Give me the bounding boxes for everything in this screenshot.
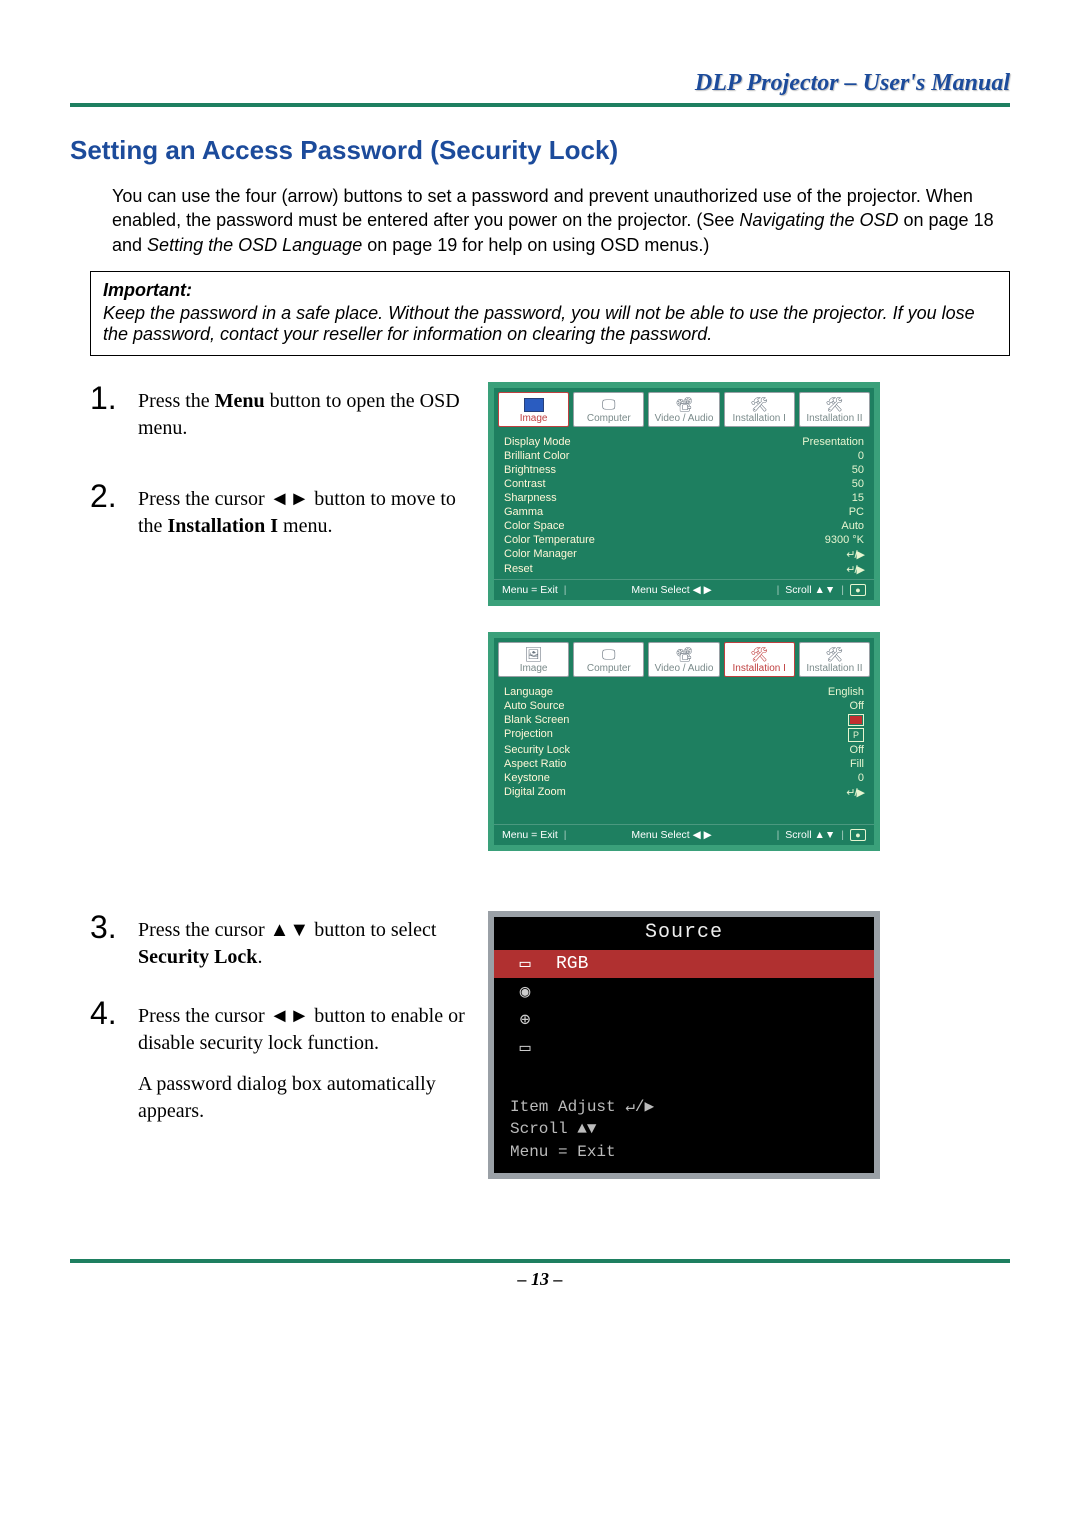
step-4: 4. Press the cursor ◄► button to enable … <box>90 997 470 1125</box>
osd-tab-installation-1[interactable]: 🛠Installation I <box>724 642 795 677</box>
image-icon: 🖼 <box>499 645 568 663</box>
osd-tab-image[interactable]: 🖼Image <box>498 642 569 677</box>
install1-icon: 🛠 <box>725 395 794 413</box>
step-2: 2. Press the cursor ◄► button to move to… <box>90 480 470 540</box>
osd-item[interactable]: ProjectionP <box>504 727 864 743</box>
step-text: Press the cursor ◄► button to move to th… <box>138 480 470 540</box>
step-3: 3. Press the cursor ▲▼ button to select … <box>90 911 470 971</box>
important-box: Important: Keep the password in a safe p… <box>90 271 1010 356</box>
component-icon: ⊕ <box>510 1009 540 1031</box>
osd-item[interactable]: Aspect RatioFill <box>504 757 864 771</box>
page-header: DLP Projector – User's Manual <box>70 70 1010 103</box>
osd-item[interactable]: Keystone0 <box>504 771 864 785</box>
image-icon <box>499 395 568 413</box>
projection-icon: P <box>848 728 864 742</box>
source-footer: Item Adjust ↵/▶ Scroll ▲▼ Menu = Exit <box>494 1088 874 1173</box>
osd-tabs: 🖼Image 🖵Computer 📽Video / Audio 🛠Install… <box>494 638 874 681</box>
step-1: 1. Press the Menu button to open the OSD… <box>90 382 470 442</box>
page-number: – 13 – <box>70 1269 1010 1290</box>
help-icon: ● <box>850 584 866 596</box>
osd-item[interactable]: Blank Screen <box>504 713 864 727</box>
source-foot-scroll: Scroll ▲▼ <box>510 1118 858 1140</box>
osd-tab-video-audio[interactable]: 📽Video / Audio <box>648 642 719 677</box>
source-foot-adjust: Item Adjust ↵/▶ <box>510 1096 858 1118</box>
osd-item[interactable]: Color SpaceAuto <box>504 519 864 533</box>
osd-item[interactable]: GammaPC <box>504 505 864 519</box>
intro-ref-1: Navigating the OSD <box>739 210 898 230</box>
svideo-icon: ◉ <box>510 981 540 1003</box>
osd-tab-computer[interactable]: 🖵Computer <box>573 392 644 427</box>
install2-icon: 🛠 <box>800 395 869 413</box>
osd-tabs: Image 🖵Computer 📽Video / Audio 🛠Installa… <box>494 388 874 431</box>
rgb-icon: ▭ <box>510 953 540 975</box>
osd-item[interactable]: Contrast50 <box>504 477 864 491</box>
osd-foot-exit: Menu = Exit <box>502 584 558 596</box>
footer-rule <box>70 1259 1010 1263</box>
osd-panel-installation-1: 🖼Image 🖵Computer 📽Video / Audio 🛠Install… <box>488 632 880 851</box>
important-body: Keep the password in a safe place. Witho… <box>103 303 997 345</box>
section-title: Setting an Access Password (Security Loc… <box>70 135 1010 166</box>
source-row[interactable]: ◉ <box>494 978 874 1006</box>
intro-ref-2: Setting the OSD Language <box>147 235 362 255</box>
osd-foot-exit: Menu = Exit <box>502 829 558 841</box>
video-audio-icon: 📽 <box>649 645 718 663</box>
intro-text: on page 19 for help on using OSD menus.) <box>367 235 709 255</box>
osd-item[interactable]: Brightness50 <box>504 463 864 477</box>
osd-item[interactable]: Auto SourceOff <box>504 699 864 713</box>
step-text: Press the Menu button to open the OSD me… <box>138 382 470 442</box>
osd-item[interactable]: Color Temperature9300 °K <box>504 533 864 547</box>
osd-item[interactable]: Brilliant Color0 <box>504 449 864 463</box>
header-rule <box>70 103 1010 107</box>
step-text: Press the cursor ◄► button to enable or … <box>138 997 470 1125</box>
video-audio-icon: 📽 <box>649 395 718 413</box>
osd-list: Display ModePresentation Brilliant Color… <box>494 431 874 579</box>
important-heading: Important: <box>103 280 997 301</box>
computer-icon: 🖵 <box>574 395 643 413</box>
step-number: 4. <box>90 997 138 1029</box>
osd-item[interactable]: Reset↵/▶ <box>504 562 864 577</box>
osd-tab-video-audio[interactable]: 📽Video / Audio <box>648 392 719 427</box>
hdmi-icon: ▭ <box>510 1037 540 1059</box>
computer-icon: 🖵 <box>574 645 643 663</box>
osd-footer: Menu = Exit | Menu Select ◀ ▶ | Scroll ▲… <box>494 579 874 600</box>
source-row[interactable]: ⊕ <box>494 1006 874 1034</box>
osd-item[interactable]: Digital Zoom↵/▶ <box>504 785 864 800</box>
osd-list: LanguageEnglish Auto SourceOff Blank Scr… <box>494 681 874 824</box>
osd-tab-computer[interactable]: 🖵Computer <box>573 642 644 677</box>
source-panel: Source ▭ RGB ◉ ⊕ ▭ <box>488 911 880 1179</box>
source-title: Source <box>494 917 874 950</box>
step-text: Press the cursor ▲▼ button to select Sec… <box>138 911 470 971</box>
step-number: 1. <box>90 382 138 414</box>
source-row-rgb[interactable]: ▭ RGB <box>494 950 874 978</box>
osd-tab-installation-2[interactable]: 🛠Installation II <box>799 642 870 677</box>
source-row[interactable]: ▭ <box>494 1034 874 1062</box>
osd-foot-scroll: Scroll ▲▼ <box>785 584 835 596</box>
install1-icon: 🛠 <box>725 645 794 663</box>
osd-item[interactable]: LanguageEnglish <box>504 685 864 699</box>
osd-tab-installation-1[interactable]: 🛠Installation I <box>724 392 795 427</box>
source-row-label: RGB <box>556 954 588 974</box>
osd-tab-installation-2[interactable]: 🛠Installation II <box>799 392 870 427</box>
source-foot-exit: Menu = Exit <box>510 1141 858 1163</box>
osd-item[interactable]: Sharpness15 <box>504 491 864 505</box>
step-number: 2. <box>90 480 138 512</box>
osd-tab-image[interactable]: Image <box>498 392 569 427</box>
osd-foot-select: Menu Select ◀ ▶ <box>572 829 770 841</box>
osd-item[interactable]: Color Manager↵/▶ <box>504 547 864 562</box>
step-number: 3. <box>90 911 138 943</box>
blank-screen-swatch <box>848 714 864 726</box>
osd-panel-image: Image 🖵Computer 📽Video / Audio 🛠Installa… <box>488 382 880 606</box>
osd-item[interactable]: Security LockOff <box>504 743 864 757</box>
install2-icon: 🛠 <box>800 645 869 663</box>
osd-item[interactable]: Display ModePresentation <box>504 435 864 449</box>
osd-footer: Menu = Exit | Menu Select ◀ ▶ | Scroll ▲… <box>494 824 874 845</box>
intro-paragraph: You can use the four (arrow) buttons to … <box>112 184 1010 257</box>
osd-foot-select: Menu Select ◀ ▶ <box>572 584 770 596</box>
osd-foot-scroll: Scroll ▲▼ <box>785 829 835 841</box>
help-icon: ● <box>850 829 866 841</box>
